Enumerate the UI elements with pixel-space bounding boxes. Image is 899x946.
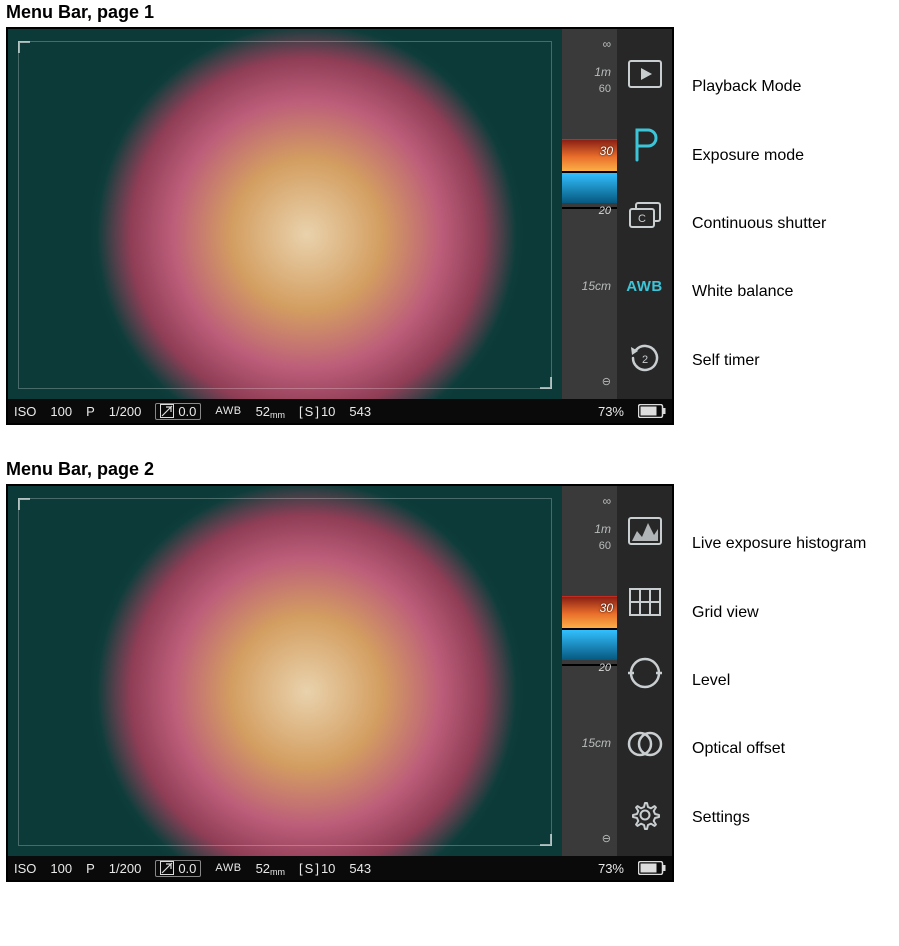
ruler-infinity: ∞	[602, 494, 611, 508]
label-column-1: Playback Mode Exposure mode Continuous s…	[692, 27, 826, 425]
ruler-15cm: 15cm	[582, 279, 611, 293]
menu-exposure-mode[interactable]	[623, 122, 667, 168]
menu-continuous-shutter[interactable]: C	[623, 193, 667, 239]
ev-compensation: 0.0	[155, 403, 201, 420]
histogram-icon	[628, 517, 662, 545]
shots-remaining: 543	[349, 404, 371, 419]
ruler-warm-band: 30	[562, 596, 617, 630]
label-exposure: Exposure mode	[692, 148, 826, 164]
ruler-warm-band: 30	[562, 139, 617, 173]
gear-icon	[629, 799, 661, 831]
optical-offset-icon	[627, 729, 663, 759]
svg-text:2: 2	[641, 354, 647, 366]
ruler-cool-band	[562, 630, 617, 660]
ev-icon	[160, 404, 174, 418]
p-mode-icon	[630, 128, 660, 162]
battery-percent: 73%	[598, 861, 624, 876]
drive-mode: [S]10	[299, 861, 335, 876]
ruler-60: 60	[599, 83, 611, 95]
label-grid: Grid view	[692, 605, 866, 621]
menu-optical-offset[interactable]	[623, 721, 667, 767]
awb-indicator: AWB	[215, 405, 241, 417]
ruler-band-hi: 30	[600, 144, 613, 158]
iso-label: ISO	[14, 404, 36, 419]
ruler-60: 60	[599, 540, 611, 552]
menu-settings[interactable]	[623, 792, 667, 838]
ruler-cool-band	[562, 173, 617, 203]
menu-bar-page-1: C AWB 2	[617, 29, 672, 403]
battery-icon	[638, 861, 666, 875]
figure-row-1: ∞ 1m 60 30 20 15cm ⊖	[6, 27, 893, 425]
label-settings: Settings	[692, 810, 866, 826]
iso-label: ISO	[14, 861, 36, 876]
figure-row-2: ∞ 1m 60 30 20 15cm ⊖	[6, 484, 893, 882]
ruler-band-hi: 30	[600, 601, 613, 615]
svg-text:C: C	[638, 213, 646, 225]
menu-self-timer[interactable]: 2	[623, 335, 667, 381]
label-optical: Optical offset	[692, 741, 866, 757]
focal-length: 52mm	[256, 861, 285, 876]
mode-indicator: P	[86, 861, 95, 876]
grid-icon	[629, 588, 661, 616]
drive-mode: [S]10	[299, 404, 335, 419]
ruler-1m: 1m	[594, 522, 611, 536]
menu-playback[interactable]	[623, 51, 667, 97]
shutter-speed: 1/200	[109, 861, 142, 876]
awb-icon: AWB	[626, 278, 663, 295]
ruler-15cm: 15cm	[582, 736, 611, 750]
ev-icon	[160, 861, 174, 875]
ev-compensation: 0.0	[155, 860, 201, 877]
ruler-origin: ⊖	[602, 375, 611, 388]
section-title-2: Menu Bar, page 2	[6, 459, 893, 480]
menu-level[interactable]	[623, 650, 667, 696]
label-histogram: Live exposure histogram	[692, 536, 866, 552]
level-icon	[628, 656, 662, 690]
playback-icon	[628, 60, 662, 88]
battery-icon	[638, 404, 666, 418]
ruler-1m: 1m	[594, 65, 611, 79]
iso-value: 100	[50, 404, 72, 419]
continuous-shutter-icon: C	[628, 201, 662, 231]
frame-guides	[18, 498, 552, 846]
iso-value: 100	[50, 861, 72, 876]
label-playback: Playback Mode	[692, 79, 826, 95]
focus-distance-ruler: ∞ 1m 60 30 20 15cm ⊖	[562, 29, 617, 403]
ev-value: 0.0	[178, 404, 196, 419]
label-column-2: Live exposure histogram Grid view Level …	[692, 484, 866, 882]
shots-remaining: 543	[349, 861, 371, 876]
label-continuous: Continuous shutter	[692, 216, 826, 232]
menu-histogram[interactable]	[623, 508, 667, 554]
shutter-speed: 1/200	[109, 404, 142, 419]
ruler-band-lo: 20	[599, 205, 611, 217]
label-selftimer: Self timer	[692, 353, 826, 369]
awb-indicator: AWB	[215, 862, 241, 874]
focal-length: 52mm	[256, 404, 285, 419]
battery-percent: 73%	[598, 404, 624, 419]
menu-grid-view[interactable]	[623, 579, 667, 625]
ev-value: 0.0	[178, 861, 196, 876]
frame-guides	[18, 41, 552, 389]
camera-screen-1: ∞ 1m 60 30 20 15cm ⊖	[6, 27, 674, 425]
menu-white-balance[interactable]: AWB	[623, 264, 667, 310]
section-title-1: Menu Bar, page 1	[6, 2, 893, 23]
label-level: Level	[692, 673, 866, 689]
focus-distance-ruler: ∞ 1m 60 30 20 15cm ⊖	[562, 486, 617, 860]
ruler-origin: ⊖	[602, 832, 611, 845]
ruler-infinity: ∞	[602, 37, 611, 51]
self-timer-icon: 2	[628, 341, 662, 375]
ruler-band-lo: 20	[599, 662, 611, 674]
mode-indicator: P	[86, 404, 95, 419]
camera-screen-2: ∞ 1m 60 30 20 15cm ⊖	[6, 484, 674, 882]
status-bar: ISO 100 P 1/200 0.0 AWB 52mm [S]10 543 7…	[8, 399, 672, 423]
menu-bar-page-2	[617, 486, 672, 860]
label-awb: White balance	[692, 284, 826, 300]
status-bar: ISO 100 P 1/200 0.0 AWB 52mm [S]10 543 7…	[8, 856, 672, 880]
